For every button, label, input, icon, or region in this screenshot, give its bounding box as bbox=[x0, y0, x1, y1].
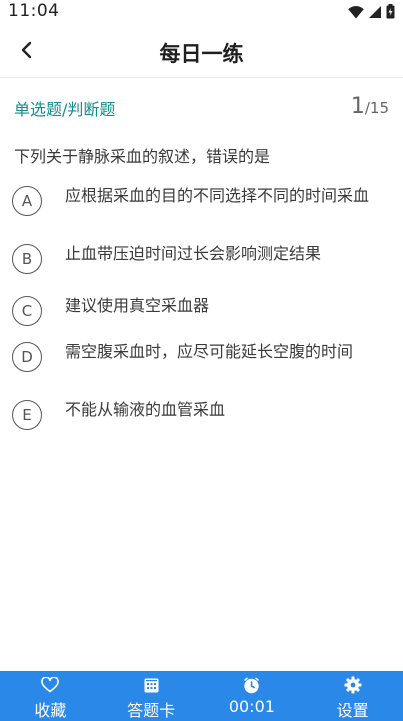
battery-icon bbox=[386, 4, 395, 23]
answer-card-icon bbox=[144, 676, 159, 694]
wifi-icon bbox=[348, 4, 364, 23]
signal-icon bbox=[368, 4, 382, 23]
heart-icon bbox=[41, 676, 60, 694]
option-letter-badge: D bbox=[12, 342, 42, 372]
bottom-toolbar: 收藏 答题卡 00:01 设置 bbox=[0, 671, 403, 721]
option-text: 建议使用真空采血器 bbox=[65, 296, 210, 315]
settings-button[interactable]: 设置 bbox=[302, 671, 403, 721]
option-text: 需空腹采血时，应尽可能延长空腹的时间 bbox=[65, 342, 354, 361]
question-progress: 1/15 bbox=[351, 94, 389, 119]
option-text: 止血带压迫时间过长会影响测定结果 bbox=[65, 244, 322, 263]
status-bar: 11:04 bbox=[0, 0, 403, 24]
option-e[interactable]: E 不能从输液的血管采血 bbox=[12, 400, 392, 430]
option-letter-badge: C bbox=[12, 296, 42, 326]
progress-total: 15 bbox=[369, 99, 389, 117]
option-text: 应根据采血的目的不同选择不同的时间采血 bbox=[65, 186, 370, 205]
option-d[interactable]: D 需空腹采血时，应尽可能延长空腹的时间 bbox=[12, 342, 392, 372]
option-letter-badge: B bbox=[12, 244, 42, 274]
gear-icon bbox=[344, 676, 362, 694]
question-text: 下列关于静脉采血的叙述，错误的是 bbox=[14, 147, 271, 166]
question-type-label: 单选题/判断题 bbox=[14, 100, 116, 119]
status-time: 11:04 bbox=[8, 1, 60, 21]
option-c[interactable]: C 建议使用真空采血器 bbox=[12, 296, 392, 326]
timer-display: 00:01 bbox=[202, 671, 303, 721]
page-title: 每日一练 bbox=[159, 42, 244, 66]
option-text: 不能从输液的血管采血 bbox=[65, 400, 226, 419]
option-b[interactable]: B 止血带压迫时间过长会影响测定结果 bbox=[12, 244, 392, 274]
option-letter-badge: A bbox=[12, 186, 42, 216]
answer-card-label: 答题卡 bbox=[127, 701, 176, 720]
settings-label: 设置 bbox=[336, 701, 369, 720]
answer-card-button[interactable]: 答题卡 bbox=[101, 671, 202, 721]
status-icons bbox=[348, 4, 395, 23]
favorite-button[interactable]: 收藏 bbox=[0, 671, 101, 721]
nav-bar: 每日一练 bbox=[0, 26, 403, 78]
option-letter-badge: E bbox=[12, 400, 42, 430]
clock-icon bbox=[243, 676, 260, 694]
option-a[interactable]: A 应根据采血的目的不同选择不同的时间采血 bbox=[12, 186, 392, 216]
progress-current: 1 bbox=[350, 94, 365, 119]
favorite-label: 收藏 bbox=[34, 701, 67, 720]
timer-label: 00:01 bbox=[228, 697, 275, 716]
